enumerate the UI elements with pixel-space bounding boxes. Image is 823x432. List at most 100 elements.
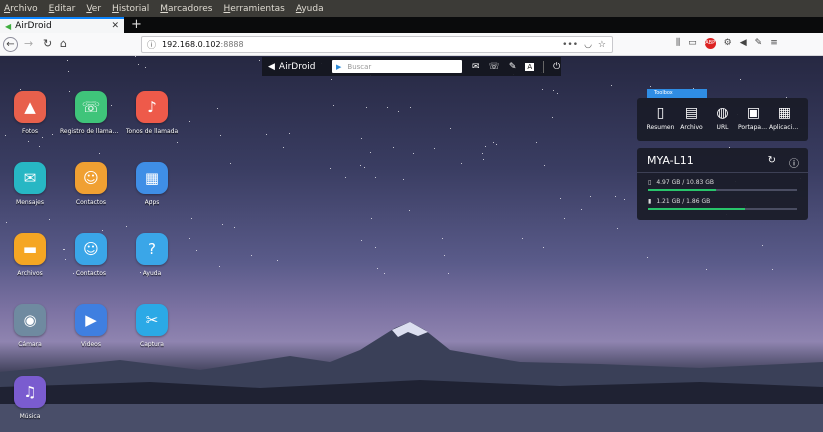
- star: [371, 218, 372, 219]
- forward-button[interactable]: →: [24, 37, 33, 51]
- star: [361, 138, 362, 139]
- search-placeholder: Buscar: [347, 62, 372, 71]
- star: [289, 133, 290, 134]
- app-tile[interactable]: ☺ Contactos: [60, 162, 122, 206]
- star: [485, 146, 486, 147]
- phone-icon[interactable]: ☏: [489, 62, 500, 72]
- url-bar[interactable]: ⓘ 192.168.0.102:8888 ••• ◡ ☆: [141, 36, 613, 53]
- app-tile[interactable]: ▬ Archivos: [0, 233, 61, 277]
- adblock-icon[interactable]: ABP: [704, 38, 716, 49]
- app-tile[interactable]: ☺ Contactos: [60, 233, 122, 277]
- site-info-icon[interactable]: ⓘ: [147, 38, 156, 51]
- bookmark-star-icon[interactable]: ☆: [598, 40, 606, 50]
- app-label: Contactos: [75, 270, 107, 277]
- app-label: Música: [19, 413, 41, 420]
- search-input[interactable]: ▶ Buscar: [332, 60, 462, 73]
- star: [39, 146, 40, 147]
- app-tile[interactable]: ▲ Fotos: [0, 91, 61, 135]
- tab-close-icon[interactable]: ✕: [111, 21, 119, 31]
- star: [370, 152, 371, 153]
- new-tab-button[interactable]: +: [131, 17, 142, 32]
- app-tile[interactable]: ▶ Videos: [60, 304, 122, 348]
- app-label: Videos: [81, 341, 101, 348]
- phone-storage-icon: ▯: [648, 179, 652, 186]
- language-icon[interactable]: A: [525, 62, 535, 71]
- star: [482, 153, 483, 154]
- message-icon[interactable]: ✉: [472, 62, 480, 72]
- menu-marcadores[interactable]: Marcadores: [160, 4, 212, 14]
- back-button[interactable]: ←: [3, 37, 18, 52]
- star: [283, 147, 284, 148]
- menu-editar[interactable]: Editar: [49, 4, 76, 14]
- dropper-icon[interactable]: ✎: [755, 38, 763, 49]
- menu-historial[interactable]: Historial: [112, 4, 149, 14]
- library-icon[interactable]: ⫼: [676, 38, 680, 49]
- info-icon[interactable]: ⓘ: [789, 155, 799, 170]
- star: [102, 230, 103, 231]
- power-icon[interactable]: ⏻: [553, 62, 560, 72]
- storage-bar-fill: [648, 189, 717, 191]
- star: [145, 67, 146, 68]
- files-icon: ▬: [14, 233, 46, 265]
- app-tile[interactable]: ♫ Música: [0, 376, 61, 420]
- device-divider: [637, 172, 808, 173]
- star: [590, 196, 591, 197]
- reload-button[interactable]: ↻: [43, 37, 52, 51]
- menu-icon[interactable]: ≡: [770, 38, 778, 49]
- star: [360, 165, 361, 166]
- star: [706, 269, 707, 270]
- app-tile[interactable]: ▦ Apps: [121, 162, 183, 206]
- toolbox-archivo[interactable]: ▤ Archivo: [676, 104, 707, 141]
- star: [266, 134, 267, 135]
- tab-airdroid[interactable]: ◀ AirDroid ✕: [0, 17, 124, 33]
- contacts-icon: ☺: [75, 162, 107, 194]
- home-button[interactable]: ⌂: [60, 37, 67, 51]
- airdroid-extension-icon[interactable]: ◀: [740, 38, 747, 49]
- app-tile[interactable]: ? Ayuda: [121, 233, 183, 277]
- app-tile[interactable]: ✂ Captura: [121, 304, 183, 348]
- refresh-icon[interactable]: ↻: [768, 155, 776, 170]
- storage-text: 4.97 GB / 10.83 GB: [656, 179, 715, 186]
- pocket-icon[interactable]: ◡: [584, 40, 592, 50]
- app-tile[interactable]: ✉ Mensajes: [0, 162, 61, 206]
- toolbox-label: Portapapeles: [738, 124, 769, 131]
- storage-bar: [648, 189, 797, 191]
- menu-archivo[interactable]: Archivo: [4, 4, 38, 14]
- star: [196, 250, 197, 251]
- star: [67, 60, 68, 61]
- star: [542, 89, 543, 90]
- app-tile[interactable]: ☏ Registro de llamadas: [60, 91, 122, 135]
- star: [544, 165, 545, 166]
- star: [564, 218, 565, 219]
- edit-icon[interactable]: ✎: [509, 62, 517, 72]
- app-tile[interactable]: ◉ Cámara: [0, 304, 61, 348]
- app-label: Registro de llamadas: [60, 128, 122, 135]
- toolbox-url[interactable]: ◍ URL: [707, 104, 738, 141]
- menu-bar: Archivo Editar Ver Historial Marcadores …: [0, 0, 823, 17]
- camera-icon: ◉: [14, 304, 46, 336]
- page-actions-icon[interactable]: •••: [562, 40, 578, 50]
- call-log-icon: ☏: [75, 91, 107, 123]
- sidebar-icon[interactable]: ▭: [688, 38, 697, 49]
- toolbox-resumen[interactable]: ▯ Resumen: [645, 104, 676, 141]
- star: [20, 89, 21, 90]
- app-label: Mensajes: [16, 199, 44, 206]
- star: [740, 79, 741, 80]
- toolbox-label: URL: [716, 124, 729, 131]
- menu-herramientas[interactable]: Herramientas: [223, 4, 284, 14]
- toolbox-portapapeles[interactable]: ▣ Portapapeles: [738, 104, 769, 141]
- phone-summary-icon: ▯: [656, 105, 665, 121]
- toolbox-aplicaciones[interactable]: ▦ Aplicaciones: [769, 104, 800, 141]
- star: [251, 255, 252, 256]
- star: [434, 148, 435, 149]
- app-tile[interactable]: ♪ Tonos de llamada: [121, 91, 183, 135]
- star: [410, 107, 411, 108]
- star: [375, 177, 376, 178]
- menu-ver[interactable]: Ver: [86, 4, 101, 14]
- star: [234, 227, 235, 228]
- star: [333, 105, 334, 106]
- extension-icon[interactable]: ⚙: [724, 38, 732, 49]
- airdroid-logo-icon: ◀: [268, 61, 275, 72]
- star: [444, 255, 445, 256]
- menu-ayuda[interactable]: Ayuda: [296, 4, 324, 14]
